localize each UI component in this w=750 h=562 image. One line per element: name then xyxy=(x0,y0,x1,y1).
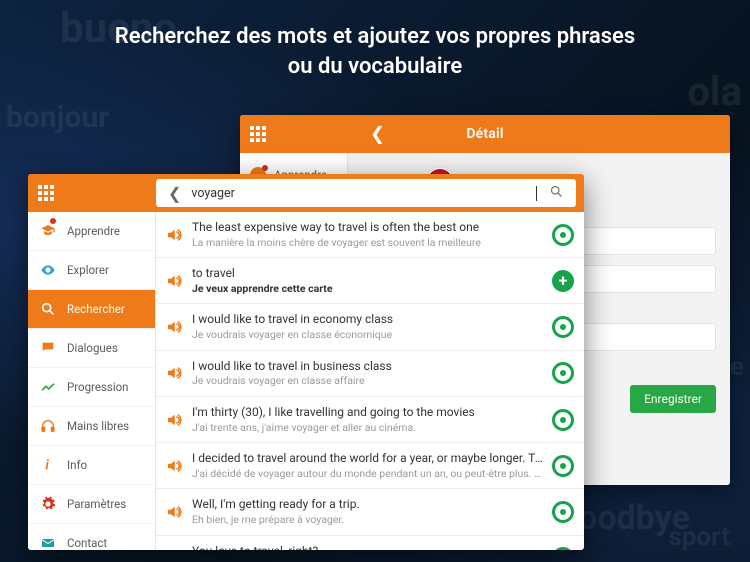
sidebar-item-dialogues[interactable]: Dialogues xyxy=(28,329,155,368)
sidebar-item-paramètres[interactable]: Paramètres xyxy=(28,485,155,524)
result-title: to travel xyxy=(192,266,544,282)
audio-icon[interactable] xyxy=(162,318,186,336)
result-row[interactable]: I would like to travel in economy classJ… xyxy=(156,304,584,350)
eye-icon xyxy=(39,261,57,279)
notification-badge xyxy=(50,218,56,224)
audio-icon[interactable] xyxy=(162,503,186,521)
headline-line2: ou du vocabulaire xyxy=(288,54,462,79)
audio-icon[interactable] xyxy=(162,549,186,550)
headline-line1: Recherchez des mots et ajoutez vos propr… xyxy=(115,24,635,49)
result-text: I would like to travel in business class… xyxy=(192,359,544,388)
detail-title: Détail xyxy=(240,126,730,142)
result-title: The least expensive way to travel is oft… xyxy=(192,220,544,236)
result-title: I would like to travel in economy class xyxy=(192,312,544,328)
sidebar-item-explorer[interactable]: Explorer xyxy=(28,251,155,290)
result-row[interactable]: You love to travel, right?Tu aimes voyag… xyxy=(156,536,584,550)
result-row[interactable]: I decided to travel around the world for… xyxy=(156,443,584,489)
audio-icon[interactable] xyxy=(162,272,186,290)
result-row[interactable]: The least expensive way to travel is oft… xyxy=(156,212,584,258)
marketing-headline: Recherchez des mots et ajoutez vos propr… xyxy=(0,22,750,81)
result-text: I would like to travel in economy classJ… xyxy=(192,312,544,341)
sidebar-item-contact[interactable]: Contact xyxy=(28,524,155,550)
sidebar-item-label: Dialogues xyxy=(67,341,118,355)
search-window: ❮ Apprendre Explorer Rechercher Dialogues Pr… xyxy=(28,174,584,550)
result-title: Well, I'm getting ready for a trip. xyxy=(192,497,544,513)
result-subtitle: La manière la moins chère de voyager est… xyxy=(192,236,544,250)
save-button[interactable]: Enregistrer xyxy=(630,385,716,413)
result-title: I decided to travel around the world for… xyxy=(192,451,544,467)
back-icon[interactable]: ❮ xyxy=(370,124,385,145)
target-icon[interactable] xyxy=(552,547,574,550)
target-icon[interactable] xyxy=(552,316,574,338)
svg-text:i: i xyxy=(45,459,49,473)
sidebar-item-info[interactable]: i Info xyxy=(28,446,155,485)
results-list[interactable]: The least expensive way to travel is oft… xyxy=(156,212,584,550)
search-icon[interactable] xyxy=(537,184,576,203)
headphones-icon xyxy=(39,417,57,435)
gear-icon xyxy=(39,495,57,513)
result-title: I would like to travel in business class xyxy=(192,359,544,375)
menu-icon[interactable] xyxy=(250,126,266,142)
search-header: ❮ xyxy=(28,174,584,212)
sidebar-item-progression[interactable]: Progression xyxy=(28,368,155,407)
sidebar-item-label: Contact xyxy=(67,536,107,550)
result-text: I'm thirty (30), I like travelling and g… xyxy=(192,405,544,434)
result-text: I decided to travel around the world for… xyxy=(192,451,544,480)
sidebar-item-label: Rechercher xyxy=(67,302,125,316)
sidebar-item-label: Info xyxy=(67,458,87,472)
chart-icon xyxy=(39,378,57,396)
sidebar-item-mains-libres[interactable]: Mains libres xyxy=(28,407,155,446)
result-subtitle: Eh bien, je me prépare à voyager. xyxy=(192,513,544,527)
search-icon xyxy=(39,300,57,318)
audio-icon[interactable] xyxy=(162,364,186,382)
target-icon[interactable] xyxy=(552,224,574,246)
sidebar-item-label: Mains libres xyxy=(67,419,129,433)
back-icon[interactable]: ❮ xyxy=(156,184,191,203)
detail-header: ❮ Détail xyxy=(240,115,730,153)
sidebar-item-label: Paramètres xyxy=(67,497,126,511)
result-row[interactable]: to travelJe veux apprendre cette carte + xyxy=(156,258,584,304)
result-row[interactable]: I would like to travel in business class… xyxy=(156,351,584,397)
search-input[interactable] xyxy=(191,186,535,201)
target-icon[interactable] xyxy=(552,362,574,384)
sidebar-item-label: Explorer xyxy=(67,263,109,277)
target-icon[interactable] xyxy=(552,501,574,523)
add-icon[interactable]: + xyxy=(552,270,574,292)
audio-icon[interactable] xyxy=(162,226,186,244)
target-icon[interactable] xyxy=(552,455,574,477)
mail-icon xyxy=(39,534,57,550)
graduation-icon xyxy=(39,222,57,240)
info-icon: i xyxy=(39,456,57,474)
result-subtitle: J'ai trente ans, j'aime voyager et aller… xyxy=(192,421,544,435)
result-row[interactable]: Well, I'm getting ready for a trip.Eh bi… xyxy=(156,489,584,535)
result-text: You love to travel, right?Tu aimes voyag… xyxy=(192,544,544,550)
result-title: I'm thirty (30), I like travelling and g… xyxy=(192,405,544,421)
audio-icon[interactable] xyxy=(162,457,186,475)
target-icon[interactable] xyxy=(552,409,574,431)
result-row[interactable]: I'm thirty (30), I like travelling and g… xyxy=(156,397,584,443)
result-text: The least expensive way to travel is oft… xyxy=(192,220,544,249)
sidebar-item-apprendre[interactable]: Apprendre xyxy=(28,212,155,251)
result-subtitle: Je voudrais voyager en classe affaire xyxy=(192,374,544,388)
result-title: You love to travel, right? xyxy=(192,544,544,550)
menu-icon[interactable] xyxy=(38,185,54,201)
result-text: Well, I'm getting ready for a trip.Eh bi… xyxy=(192,497,544,526)
audio-icon[interactable] xyxy=(162,411,186,429)
sidebar-item-label: Progression xyxy=(67,380,129,394)
sidebar-item-label: Apprendre xyxy=(67,224,120,238)
result-subtitle: Je voudrais voyager en classe économique xyxy=(192,328,544,342)
sidebar-item-rechercher[interactable]: Rechercher xyxy=(28,290,155,329)
result-text: to travelJe veux apprendre cette carte xyxy=(192,266,544,295)
result-subtitle: Je veux apprendre cette carte xyxy=(192,282,544,296)
search-bar: ❮ xyxy=(156,179,576,207)
chat-icon xyxy=(39,339,57,357)
sidebar: Apprendre Explorer Rechercher Dialogues Prog… xyxy=(28,212,156,550)
result-subtitle: J'ai décidé de voyager autour du monde p… xyxy=(192,467,544,481)
